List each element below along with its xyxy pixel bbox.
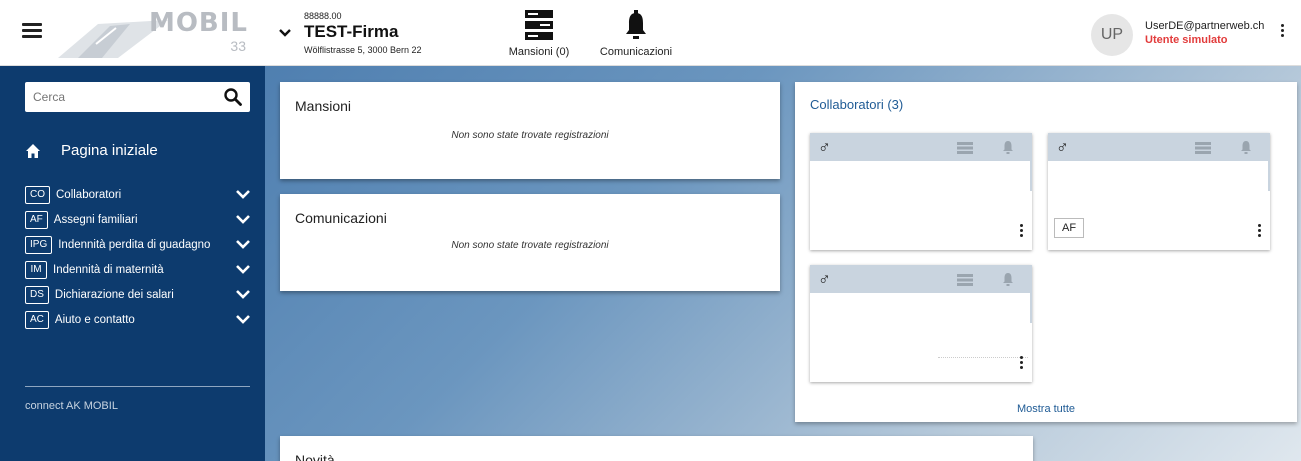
chevron-down-icon [236,290,250,299]
sidebar-item-code: CO [25,185,50,204]
chevron-down-icon [236,240,250,249]
sidebar-item-label: Collaboratori [56,188,122,201]
home-label: Pagina iniziale [61,142,158,159]
collaboratori-card: Collaboratori (3) ♂ ♂ AF ♂ Mostra tutte [795,82,1297,422]
mansioni-title: Mansioni [295,98,352,114]
app-header: MOBIL 33 88888.00 TEST-Firma Wölflistras… [0,0,1301,66]
sidebar-item-maternita[interactable]: IM Indennità di maternità [25,257,250,282]
search-input[interactable] [25,82,210,112]
employee-card[interactable]: ♂ [810,133,1032,250]
list-icon [525,10,553,40]
sidebar-item-label: Aiuto e contatto [54,313,135,326]
user-info[interactable]: UserDE@partnerweb.ch Utente simulato [1145,20,1264,46]
sidebar-item-code: AF [25,210,48,229]
more-options-icon[interactable] [1020,224,1024,239]
user-status: Utente simulato [1145,34,1228,46]
faint-divider [938,357,1028,358]
employee-card[interactable]: ♂ AF [1048,133,1270,250]
sidebar-item-ipg[interactable]: IPG Indennità perdita di guadagno [25,232,250,257]
sidebar-item-code: AC [25,310,49,329]
collaboratori-title: Collaboratori (3) [810,97,904,112]
user-email: UserDE@partnerweb.ch [1145,20,1265,32]
chevron-down-icon [236,265,250,274]
comunicazioni-empty-text: Non sono state trovate registrazioni [451,240,609,251]
male-icon: ♂ [818,138,831,157]
sidebar-menu: CO Collaboratori AF Assegni familiari IP… [25,182,250,332]
nav-comunicazioni-label: Comunicazioni [599,46,673,58]
employee-card[interactable]: ♂ [810,265,1032,382]
sidebar-item-label: Assegni familiari [53,213,138,226]
logo-number: 33 [230,38,246,54]
logo-text: MOBIL [148,8,248,38]
mansioni-empty-text: Non sono state trovate registrazioni [451,130,609,141]
hamburger-menu-icon[interactable] [22,23,42,39]
sidebar-divider [25,386,250,387]
male-icon: ♂ [818,270,831,289]
nav-mansioni-label: Mansioni (0) [508,46,570,58]
more-options-icon[interactable] [1279,24,1285,39]
sidebar: Pagina iniziale CO Collaboratori AF Asse… [0,66,265,461]
af-badge[interactable]: AF [1054,218,1085,238]
bell-icon [626,10,646,39]
employee-card-header: ♂ [810,265,1032,293]
chevron-down-icon [236,315,250,324]
sidebar-item-label: Dichiarazione dei salari [54,288,174,301]
user-avatar[interactable]: UP [1091,14,1133,56]
show-all-link[interactable]: Mostra tutte [795,403,1297,415]
app-logo[interactable]: MOBIL 33 [58,8,248,58]
sidebar-item-code: IPG [25,235,53,254]
search-box [25,82,250,112]
sidebar-item-collaboratori[interactable]: CO Collaboratori [25,182,250,207]
list-icon[interactable] [957,142,973,154]
bell-icon[interactable] [1002,272,1014,286]
bell-icon[interactable] [1240,140,1252,154]
sidebar-item-salari[interactable]: DS Dichiarazione dei salari [25,282,250,307]
comunicazioni-title: Comunicazioni [295,210,387,226]
bell-icon[interactable] [1002,140,1014,154]
sidebar-item-label: Indennità di maternità [53,263,164,276]
company-address: Wölflistrasse 5, 3000 Bern 22 [304,45,422,55]
more-options-icon[interactable] [1020,356,1024,371]
novita-title: Novità [295,452,335,461]
sidebar-item-aiuto[interactable]: AC Aiuto e contatto [25,307,250,332]
list-icon[interactable] [957,274,973,286]
card-edge [1030,293,1032,323]
chevron-down-icon [236,215,250,224]
mansioni-card: Mansioni Non sono state trovate registra… [280,82,780,179]
sidebar-item-label: Indennità perdita di guadagno [58,238,211,251]
chevron-down-icon [279,29,291,37]
card-edge [1268,161,1270,191]
nav-comunicazioni[interactable]: Comunicazioni [598,10,674,58]
novita-card: Novità [280,436,1033,461]
more-options-icon[interactable] [1258,224,1262,239]
company-number: 88888.00 [304,11,342,21]
list-icon[interactable] [1195,142,1211,154]
nav-mansioni[interactable]: Mansioni (0) [507,10,571,58]
employee-card-header: ♂ [1048,133,1270,161]
sidebar-item-assegni[interactable]: AF Assegni familiari [25,207,250,232]
sidebar-item-code: IM [25,260,47,279]
sidebar-item-code: DS [25,285,49,304]
chevron-down-icon [236,190,250,199]
employee-card-header: ♂ [810,133,1032,161]
search-icon[interactable] [224,88,242,106]
comunicazioni-card: Comunicazioni Non sono state trovate reg… [280,194,780,291]
sidebar-footer: connect AK MOBIL [25,400,118,412]
company-name: TEST-Firma [304,22,399,41]
home-link[interactable]: Pagina iniziale [25,142,158,159]
male-icon: ♂ [1056,138,1069,157]
card-edge [1030,161,1032,191]
home-icon [26,143,40,158]
